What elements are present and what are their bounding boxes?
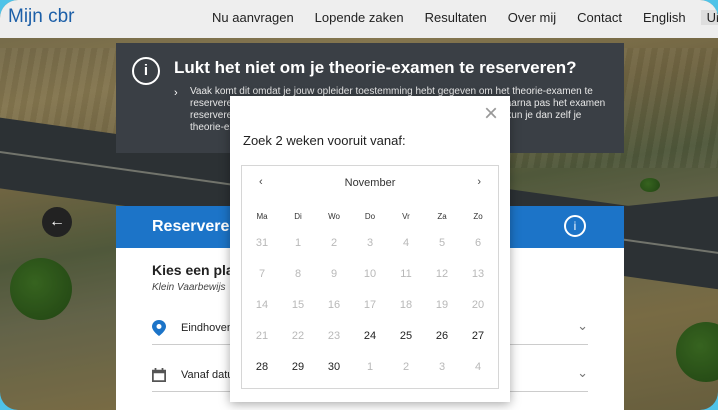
calendar-icon [152,368,166,382]
calendar-day-disabled: 21 [255,330,269,342]
card-exam-type: Klein Vaarbewijs [152,282,226,293]
nav-item-english[interactable]: English [643,10,686,25]
weekday-label: Vr [402,212,410,221]
calendar-day-disabled: 1 [366,361,374,373]
info-icon: i [132,57,160,85]
calendar-day-disabled: 22 [291,330,305,342]
calendar-day[interactable]: 29 [280,352,316,383]
calendar-day-disabled: 16 [327,299,341,311]
calendar-day-disabled: 31 [255,237,269,249]
calendar-day[interactable]: 30 [316,352,352,383]
top-nav: Mijn cbr Nu aanvragen Lopende zaken Resu… [0,0,718,38]
calendar-day-disabled: 19 [435,299,449,311]
banner-title: Lukt het niet om je theorie-examen te re… [174,58,577,77]
calendar-day-disabled: 8 [294,268,302,280]
next-month-button[interactable]: › [477,176,481,188]
calendar-week: 28 29 30 1 2 3 4 [244,352,496,383]
calendar-day-disabled: 4 [402,237,410,249]
calendar-day-disabled: 11 [400,268,412,280]
nav-item-resultaten[interactable]: Resultaten [425,10,487,25]
calendar-day-disabled: 17 [363,299,377,311]
calendar-day[interactable]: 27 [460,321,496,352]
modal-title: Zoek 2 weken vooruit vanaf: [243,133,406,148]
info-icon[interactable]: i [564,215,586,237]
calendar-day-disabled: 12 [435,268,449,280]
calendar-grid: Ma Di Wo Do Vr Za Zo 31 1 2 3 4 5 6 7 8 9 10 11 12 13 14 15 16… [244,212,496,383]
calendar-day-disabled: 20 [471,299,485,311]
location-pin-icon [152,320,166,336]
calendar-week: 7 8 9 10 11 12 13 [244,259,496,290]
calendar-day-disabled: 3 [438,361,446,373]
calendar-week: 31 1 2 3 4 5 6 [244,228,496,259]
calendar-day-disabled: 1 [294,237,302,249]
calendar-day-disabled: 4 [474,361,482,373]
card-subtitle: Kies een pla [152,262,234,278]
location-value: Eindhoven [181,322,233,334]
calendar-day[interactable]: 28 [244,352,280,383]
calendar-month: November [344,177,396,189]
nav-item-contact[interactable]: Contact [577,10,622,25]
calendar-day-disabled: 23 [327,330,341,342]
weekday-label: Do [364,212,376,221]
calendar-day[interactable]: 25 [388,321,424,352]
calendar-day-disabled: 2 [330,237,338,249]
close-icon[interactable]: × [484,102,498,126]
nav-item-over-mij[interactable]: Over mij [508,10,556,25]
card-title: Reserveren [152,218,240,235]
date-picker-modal: × Zoek 2 weken vooruit vanaf: ‹ November… [230,96,510,402]
calendar-week: 14 15 16 17 18 19 20 [244,290,496,321]
calendar-day-disabled: 18 [399,299,413,311]
weekday-label: Zo [473,212,483,221]
nav-item-uitloggen[interactable]: Uitlogg [700,10,718,25]
chevron-down-icon: ⌄ [577,365,588,380]
calendar-day-disabled: 15 [291,299,305,311]
weekday-label: Di [294,212,302,221]
calendar-day-disabled: 2 [402,361,410,373]
calendar-day-disabled: 7 [258,268,266,280]
weekday-label: Ma [256,212,268,221]
calendar-day-disabled: 5 [438,237,446,249]
nav-links: Nu aanvragen Lopende zaken Resultaten Ov… [212,10,718,25]
calendar-day-disabled: 13 [471,268,485,280]
calendar-day-disabled: 6 [474,237,482,249]
back-button[interactable]: ← [42,207,72,237]
calendar-day[interactable]: 24 [352,321,388,352]
calendar: ‹ November › Ma Di Wo Do Vr Za Zo 31 1 2 3 4 5 6 7 8 9 1… [241,165,499,389]
calendar-week: 21 22 23 24 25 26 27 [244,321,496,352]
calendar-day-disabled: 14 [255,299,269,311]
calendar-day-disabled: 3 [366,237,374,249]
weekday-header: Ma Di Wo Do Vr Za Zo [244,212,496,228]
nav-item-nu-aanvragen[interactable]: Nu aanvragen [212,10,294,25]
nav-item-lopende-zaken[interactable]: Lopende zaken [315,10,404,25]
chevron-right-icon[interactable]: › [174,87,178,99]
weekday-label: Za [437,212,447,221]
brand-logo[interactable]: Mijn cbr [8,6,75,28]
calendar-day[interactable]: 26 [424,321,460,352]
app-frame: Mijn cbr Nu aanvragen Lopende zaken Resu… [0,0,718,410]
calendar-day-disabled: 10 [363,268,377,280]
weekday-label: Wo [328,212,340,221]
calendar-day-disabled: 9 [330,268,338,280]
chevron-down-icon: ⌄ [577,318,588,333]
